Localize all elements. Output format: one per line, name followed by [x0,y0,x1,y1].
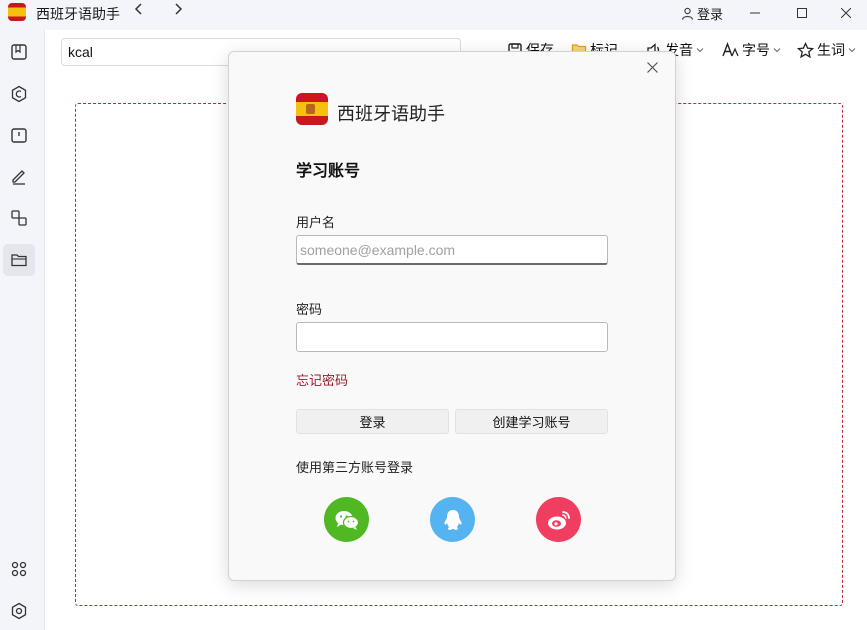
qq-login-button[interactable] [430,497,475,542]
window-close-button[interactable] [823,0,867,26]
conjugation-icon [11,85,27,103]
password-input[interactable] [296,322,608,352]
chevron-down-icon[interactable] [848,46,856,54]
sidebar-item-settings[interactable] [3,595,35,627]
translate-icon [11,210,27,226]
font-size-icon [722,42,739,57]
third-party-login-label: 使用第三方账号登录 [296,460,414,475]
username-label: 用户名 [296,215,336,230]
wechat-icon [335,510,359,530]
app-title: 西班牙语助手 [36,6,120,22]
toolbar-wordlist-label: 生词 [817,42,845,58]
user-icon [681,7,694,20]
dictionary-icon [11,44,27,60]
sidebar-item-edit[interactable] [3,160,35,192]
flashcard-icon [11,128,27,143]
star-icon [797,41,814,58]
minimize-button[interactable] [732,0,778,26]
toolbar-fontsize-button[interactable]: 字号 [722,40,781,60]
top-login-label: 登录 [697,7,724,22]
qq-icon [443,509,462,530]
minimize-icon [750,12,760,14]
sidebar-item-conjugation[interactable] [3,78,35,110]
create-account-button[interactable]: 创建学习账号 [455,409,608,434]
username-input[interactable] [296,235,608,265]
login-dialog: 西班牙语助手 学习账号 用户名 密码 忘记密码 登录 创建学习账号 使用第三方账… [228,51,676,581]
toolbar-fontsize-label: 字号 [742,42,770,58]
forward-button[interactable] [169,2,187,19]
sidebar-item-folder[interactable] [3,244,35,276]
sidebar-item-translate[interactable] [3,202,35,234]
dialog-close-button[interactable] [647,60,663,76]
title-bar: 西班牙语助手 登录 [0,0,867,26]
chevron-right-icon [175,3,183,15]
top-login-button[interactable]: 登录 [681,4,723,23]
left-sidebar [0,26,40,630]
forgot-password-link[interactable]: 忘记密码 [296,370,348,389]
chevron-left-icon [134,3,142,15]
weibo-login-button[interactable] [536,497,581,542]
login-button[interactable]: 登录 [296,409,449,434]
password-label: 密码 [296,302,323,317]
dialog-app-name: 西班牙语助手 [337,104,445,124]
maximize-button[interactable] [779,0,825,26]
weibo-icon [547,510,570,529]
dialog-heading: 学习账号 [296,163,361,180]
back-button[interactable] [130,2,148,19]
sidebar-item-flashcard[interactable] [3,119,35,151]
sidebar-item-dictionary[interactable] [3,36,35,68]
edit-icon [12,170,25,185]
toolbar-wordlist-button[interactable]: 生词 [797,40,856,60]
close-icon [841,8,851,18]
settings-icon [11,602,27,620]
app-logo [8,3,26,21]
chevron-down-icon[interactable] [696,46,704,54]
close-icon [647,62,658,73]
wechat-login-button[interactable] [324,497,369,542]
maximize-icon [797,8,807,18]
apps-icon [11,561,27,577]
folder-icon [11,254,27,267]
chevron-down-icon[interactable] [773,46,781,54]
dialog-app-logo [296,93,328,125]
sidebar-item-apps[interactable] [3,553,35,585]
